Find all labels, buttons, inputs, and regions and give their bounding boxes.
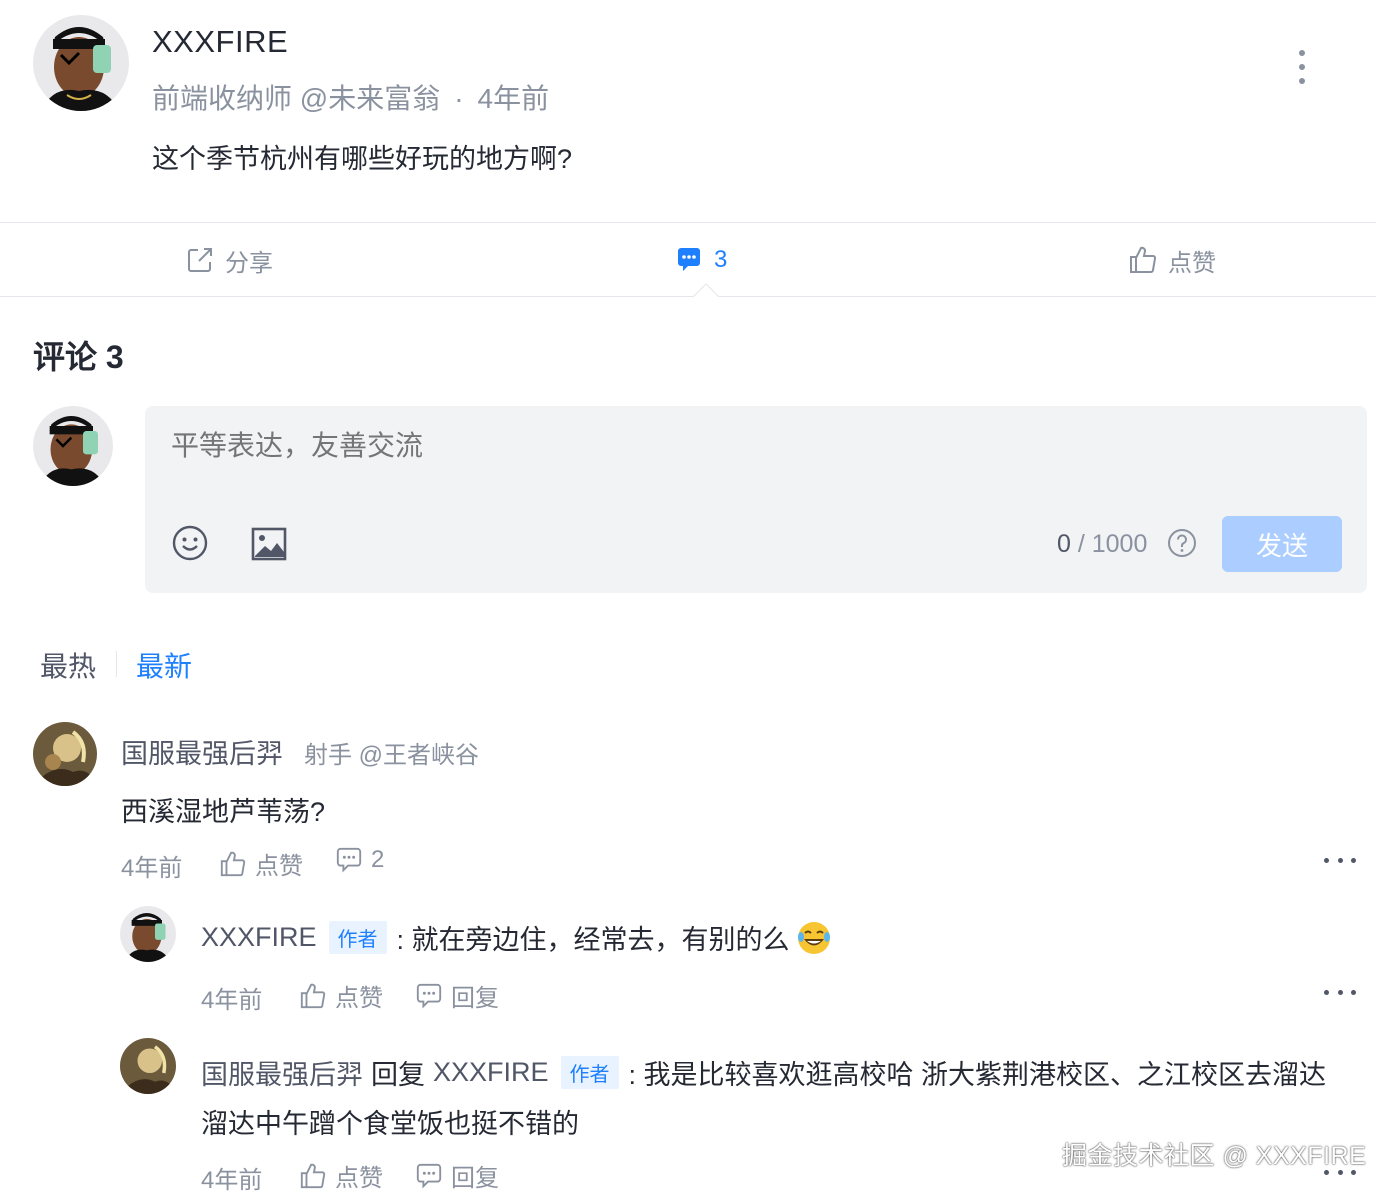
post-author-job: 前端收纳师 @未来富翁 bbox=[152, 83, 441, 114]
reply-reply-label: 回复 bbox=[451, 985, 499, 1012]
sort-divider bbox=[116, 651, 117, 677]
reply-like-label: 点赞 bbox=[335, 985, 383, 1012]
author-badge: 作者 bbox=[560, 1056, 619, 1089]
comment-outline-icon bbox=[336, 847, 362, 873]
more-horizontal-icon[interactable] bbox=[1324, 858, 1356, 866]
reply-like-label: 点赞 bbox=[335, 1165, 383, 1192]
reply-time: 4年前 bbox=[201, 987, 263, 1014]
help-icon[interactable] bbox=[1167, 528, 1197, 558]
post-author-avatar[interactable] bbox=[33, 15, 129, 111]
post-time: 4年前 bbox=[477, 83, 550, 114]
reply-time: 4年前 bbox=[201, 1167, 263, 1194]
comment-outline-icon bbox=[416, 1163, 442, 1189]
reply-author-avatar[interactable] bbox=[120, 906, 176, 962]
char-counter: 0 / 1000 bbox=[1057, 530, 1147, 559]
send-button[interactable]: 发送 bbox=[1222, 516, 1342, 572]
reply-reply-button[interactable]: 回复 bbox=[415, 978, 499, 1013]
more-horizontal-icon[interactable] bbox=[1324, 990, 1356, 998]
post-content: 这个季节杭州有哪些好玩的地方啊? bbox=[152, 144, 573, 174]
reply-target-name[interactable]: XXXFIRE bbox=[433, 1057, 549, 1088]
reply-line: XXXFIRE 作者 : 就在旁边住，经常去，有别的么 bbox=[201, 918, 832, 957]
comment-input[interactable] bbox=[171, 430, 1271, 462]
comment-author-job: 射手 @王者峡谷 bbox=[304, 742, 480, 769]
emoji-icon[interactable] bbox=[171, 524, 209, 562]
post-author-name[interactable]: XXXFIRE bbox=[152, 24, 288, 60]
comment-author-name[interactable]: 国服最强后羿 bbox=[121, 732, 283, 771]
reply-author-name[interactable]: XXXFIRE bbox=[201, 922, 317, 953]
thumbs-up-icon bbox=[220, 851, 246, 876]
more-vertical-icon[interactable] bbox=[1292, 50, 1312, 84]
reply-reply-button[interactable]: 回复 bbox=[415, 1158, 499, 1193]
comment-reply-count: 2 bbox=[371, 846, 385, 873]
comment-like-label: 点赞 bbox=[255, 853, 303, 880]
reply-like-button[interactable]: 点赞 bbox=[299, 1158, 383, 1193]
reply-author-avatar[interactable] bbox=[120, 1038, 176, 1094]
like-label: 点赞 bbox=[1168, 249, 1216, 277]
sort-hot-tab[interactable]: 最热 bbox=[40, 645, 96, 685]
commenter-avatar[interactable] bbox=[33, 722, 97, 786]
comment-time: 4年前 bbox=[121, 855, 183, 882]
thumbs-up-icon bbox=[300, 1163, 326, 1188]
reply-text-continued: 溜达中午蹭个食堂饭也挺不错的 bbox=[201, 1109, 579, 1139]
comment-bubble-icon bbox=[678, 248, 700, 271]
char-count-sep: / bbox=[1070, 530, 1092, 558]
reply-text: : 就在旁边住，经常去，有别的么 bbox=[396, 925, 790, 955]
comment-reply-button[interactable]: 2 bbox=[335, 846, 384, 874]
image-icon[interactable] bbox=[251, 526, 287, 562]
thumbs-up-icon bbox=[1130, 246, 1157, 273]
reply-reply-label: 回复 bbox=[451, 1165, 499, 1192]
reply-keyword: 回复 bbox=[371, 1060, 425, 1090]
watermark: 掘金技术社区 @ XXXFIRE bbox=[1062, 1142, 1367, 1170]
reply-line: 国服最强后羿 回复 XXXFIRE 作者 : 我是比较喜欢逛高校哈 浙大紫荆港校… bbox=[201, 1053, 1326, 1092]
char-count-current: 0 bbox=[1057, 530, 1071, 558]
laughing-tears-emoji-icon bbox=[797, 921, 830, 954]
post-meta: 前端收纳师 @未来富翁 · 4年前 bbox=[152, 77, 549, 117]
comment-like-button[interactable]: 点赞 bbox=[219, 846, 303, 881]
post-action-bar: 分享 3 点赞 bbox=[0, 222, 1376, 297]
share-icon bbox=[188, 248, 212, 272]
share-label: 分享 bbox=[225, 249, 273, 277]
comment-outline-icon bbox=[416, 983, 442, 1009]
reply-like-button[interactable]: 点赞 bbox=[299, 978, 383, 1013]
comment-button[interactable]: 3 bbox=[674, 223, 727, 297]
author-badge: 作者 bbox=[328, 921, 387, 954]
comment-editor: 0 / 1000 发送 bbox=[145, 406, 1367, 593]
reply-author-name[interactable]: 国服最强后羿 bbox=[201, 1053, 363, 1092]
reply-text: : 我是比较喜欢逛高校哈 浙大紫荆港校区、之江校区去溜达 bbox=[628, 1060, 1327, 1090]
char-count-max: 1000 bbox=[1091, 530, 1148, 558]
comment-count: 3 bbox=[714, 246, 728, 273]
comment-text: 西溪湿地芦苇荡? bbox=[121, 797, 326, 827]
meta-dot: · bbox=[454, 83, 464, 114]
sort-new-tab[interactable]: 最新 bbox=[136, 645, 192, 685]
thumbs-up-icon bbox=[300, 983, 326, 1008]
share-button[interactable]: 分享 bbox=[185, 223, 273, 297]
comments-title: 评论 3 bbox=[33, 339, 124, 375]
current-user-avatar bbox=[33, 406, 113, 486]
like-button[interactable]: 点赞 bbox=[1128, 223, 1216, 297]
